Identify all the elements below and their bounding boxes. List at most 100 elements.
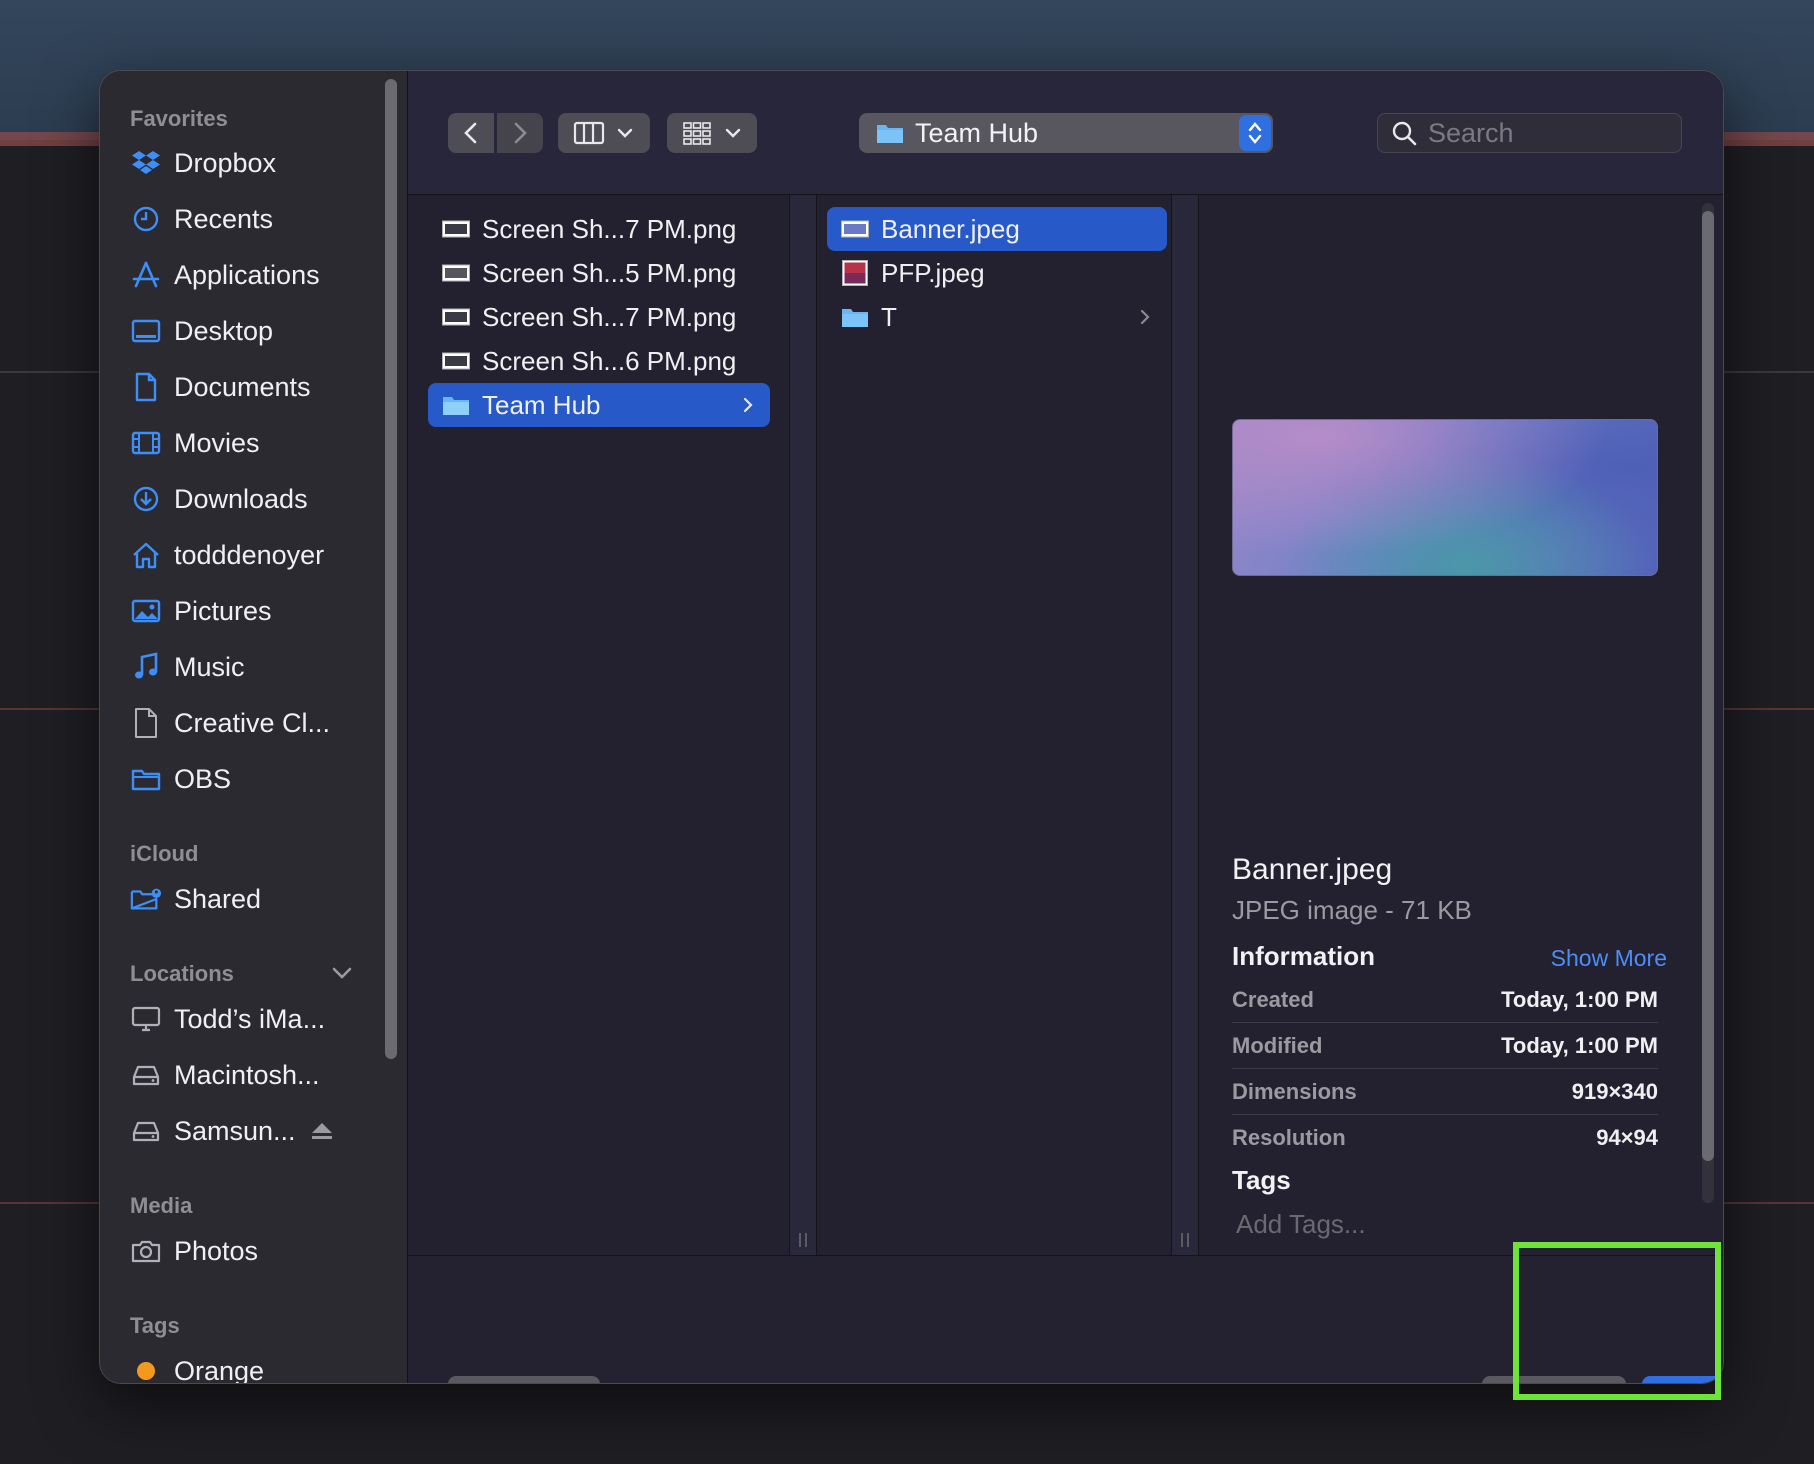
sidebar-item-music[interactable]: Music: [130, 647, 380, 687]
jpeg-file-icon: [839, 215, 871, 243]
info-row-dimensions: Dimensions 919×340: [1232, 1069, 1658, 1115]
list-item[interactable]: Screen Sh...7 PM.png: [428, 207, 770, 251]
list-item[interactable]: Screen Sh...5 PM.png: [428, 251, 770, 295]
grip-icon: [799, 1233, 807, 1247]
sidebar-header-tags: Tags: [130, 1313, 180, 1338]
search-icon: [1392, 121, 1417, 146]
up-down-arrows-icon: [1239, 115, 1271, 151]
desktop-icon: [130, 315, 162, 347]
sidebar-item-obs[interactable]: OBS: [130, 759, 380, 799]
sidebar-item-label: Todd’s iMa...: [174, 1003, 326, 1034]
shared-folder-icon: [130, 883, 162, 915]
list-item[interactable]: Screen Sh...7 PM.png: [428, 295, 770, 339]
info-row-resolution: Resolution 94×94: [1232, 1115, 1658, 1161]
sidebar-item-label: Applications: [174, 259, 320, 290]
list-item-selected[interactable]: Banner.jpeg: [827, 207, 1167, 251]
sidebar-item-label: todddenoyer: [174, 539, 325, 570]
group-by-button[interactable]: [667, 113, 757, 153]
list-item-selected-folder[interactable]: Team Hub: [428, 383, 770, 427]
folder-icon: [839, 303, 871, 331]
sidebar-item-label: Downloads: [174, 483, 308, 514]
column-resize-handle[interactable]: [789, 195, 817, 1255]
clock-icon: [130, 203, 162, 235]
sidebar-item-home[interactable]: todddenoyer: [130, 535, 380, 575]
sidebar-item-pictures[interactable]: Pictures: [130, 591, 380, 631]
download-icon: [130, 483, 162, 515]
sidebar-item-label: Pictures: [174, 595, 272, 626]
view-mode-button[interactable]: [558, 113, 650, 153]
chevron-down-icon: [617, 128, 633, 138]
file-name: Screen Sh...5 PM.png: [482, 257, 737, 288]
preview-file-kind: JPEG image - 71 KB: [1232, 895, 1472, 925]
highlight-annotation-box: [1513, 1242, 1721, 1400]
preview-pane: Banner.jpeg JPEG image - 71 KB Informati…: [1200, 195, 1723, 1255]
folder-icon: [440, 391, 472, 419]
info-value: 919×340: [1571, 1078, 1658, 1104]
jpeg-file-icon: [839, 259, 871, 287]
png-file-icon: [440, 347, 472, 375]
sidebar-item-photos[interactable]: Photos: [130, 1231, 380, 1271]
chevron-right-icon: [743, 397, 753, 413]
pictures-icon: [130, 595, 162, 627]
sidebar-item-label: Desktop: [174, 315, 274, 346]
search-field[interactable]: Search: [1377, 113, 1682, 153]
sidebar-item-label: Macintosh...: [174, 1059, 320, 1090]
sidebar-item-creative-cloud[interactable]: Creative Cl...: [130, 703, 380, 743]
file-name: PFP.jpeg: [881, 257, 985, 288]
sidebar-item-samsung[interactable]: Samsun...: [130, 1111, 380, 1151]
search-placeholder: Search: [1428, 117, 1514, 148]
scrollbar-knob[interactable]: [1702, 211, 1714, 1161]
sidebar-scrollbar[interactable]: [385, 79, 397, 1059]
file-column-1: Screen Sh...7 PM.png Screen Sh...5 PM.pn…: [408, 195, 789, 1255]
sidebar-item-imac[interactable]: Todd’s iMa...: [130, 999, 380, 1039]
sidebar-item-dropbox[interactable]: Dropbox: [130, 143, 380, 183]
info-key: Dimensions: [1232, 1078, 1357, 1104]
drive-icon: [130, 1059, 162, 1091]
sidebar-header-media: Media: [130, 1193, 193, 1218]
sidebar-item-movies[interactable]: Movies: [130, 423, 380, 463]
path-popup-label: Team Hub: [915, 117, 1039, 148]
tag-color-dot-icon: [130, 1355, 162, 1383]
column-resize-handle[interactable]: [1171, 195, 1199, 1255]
sidebar-item-label: Orange: [174, 1355, 265, 1384]
path-popup[interactable]: Team Hub: [859, 113, 1273, 153]
eject-icon[interactable]: [310, 1120, 334, 1142]
sidebar-item-applications[interactable]: Applications: [130, 255, 380, 295]
sidebar-item-shared[interactable]: Shared: [130, 879, 380, 919]
sidebar-header-icloud: iCloud: [130, 841, 199, 866]
camera-icon: [130, 1235, 162, 1267]
info-value: Today, 1:00 PM: [1501, 986, 1658, 1012]
preview-scrollbar[interactable]: [1702, 203, 1714, 1203]
sidebar-item-label: Dropbox: [174, 147, 277, 178]
list-item[interactable]: Screen Sh...6 PM.png: [428, 339, 770, 383]
sidebar-item-label: Recents: [174, 203, 274, 234]
chevron-down-icon[interactable]: [328, 959, 356, 987]
show-more-link[interactable]: Show More: [1551, 945, 1667, 972]
dropbox-icon: [130, 147, 162, 179]
sidebar-item-downloads[interactable]: Downloads: [130, 479, 380, 519]
add-tags-field[interactable]: Add Tags...: [1236, 1209, 1366, 1240]
sidebar-item-recents[interactable]: Recents: [130, 199, 380, 239]
options-button[interactable]: Options: [448, 1376, 600, 1383]
sidebar-item-macintosh-hd[interactable]: Macintosh...: [130, 1055, 380, 1095]
file-name: Banner.jpeg: [881, 213, 1020, 244]
drive-icon: [130, 1115, 162, 1147]
sidebar-item-label: Shared: [174, 883, 262, 914]
info-key: Modified: [1232, 1032, 1323, 1058]
info-value: Today, 1:00 PM: [1501, 1032, 1658, 1058]
info-key: Resolution: [1232, 1125, 1346, 1150]
list-item[interactable]: PFP.jpeg: [827, 251, 1167, 295]
file-column-2: Banner.jpeg PFP.jpeg T: [817, 195, 1171, 1255]
toolbar: Team Hub Search: [408, 71, 1723, 195]
info-row-modified: Modified Today, 1:00 PM: [1232, 1023, 1658, 1069]
sidebar-item-tag-orange[interactable]: Orange: [130, 1351, 380, 1384]
list-item-folder[interactable]: T: [827, 295, 1167, 339]
folder-icon: [130, 763, 162, 795]
folder-icon: [877, 125, 903, 143]
sidebar-item-documents[interactable]: Documents: [130, 367, 380, 407]
sidebar: Favorites Dropbox Recents Applications D…: [100, 71, 408, 1384]
back-button[interactable]: [448, 113, 494, 153]
info-value: 94×94: [1596, 1125, 1658, 1150]
sidebar-item-desktop[interactable]: Desktop: [130, 311, 380, 351]
forward-button[interactable]: [497, 113, 543, 153]
